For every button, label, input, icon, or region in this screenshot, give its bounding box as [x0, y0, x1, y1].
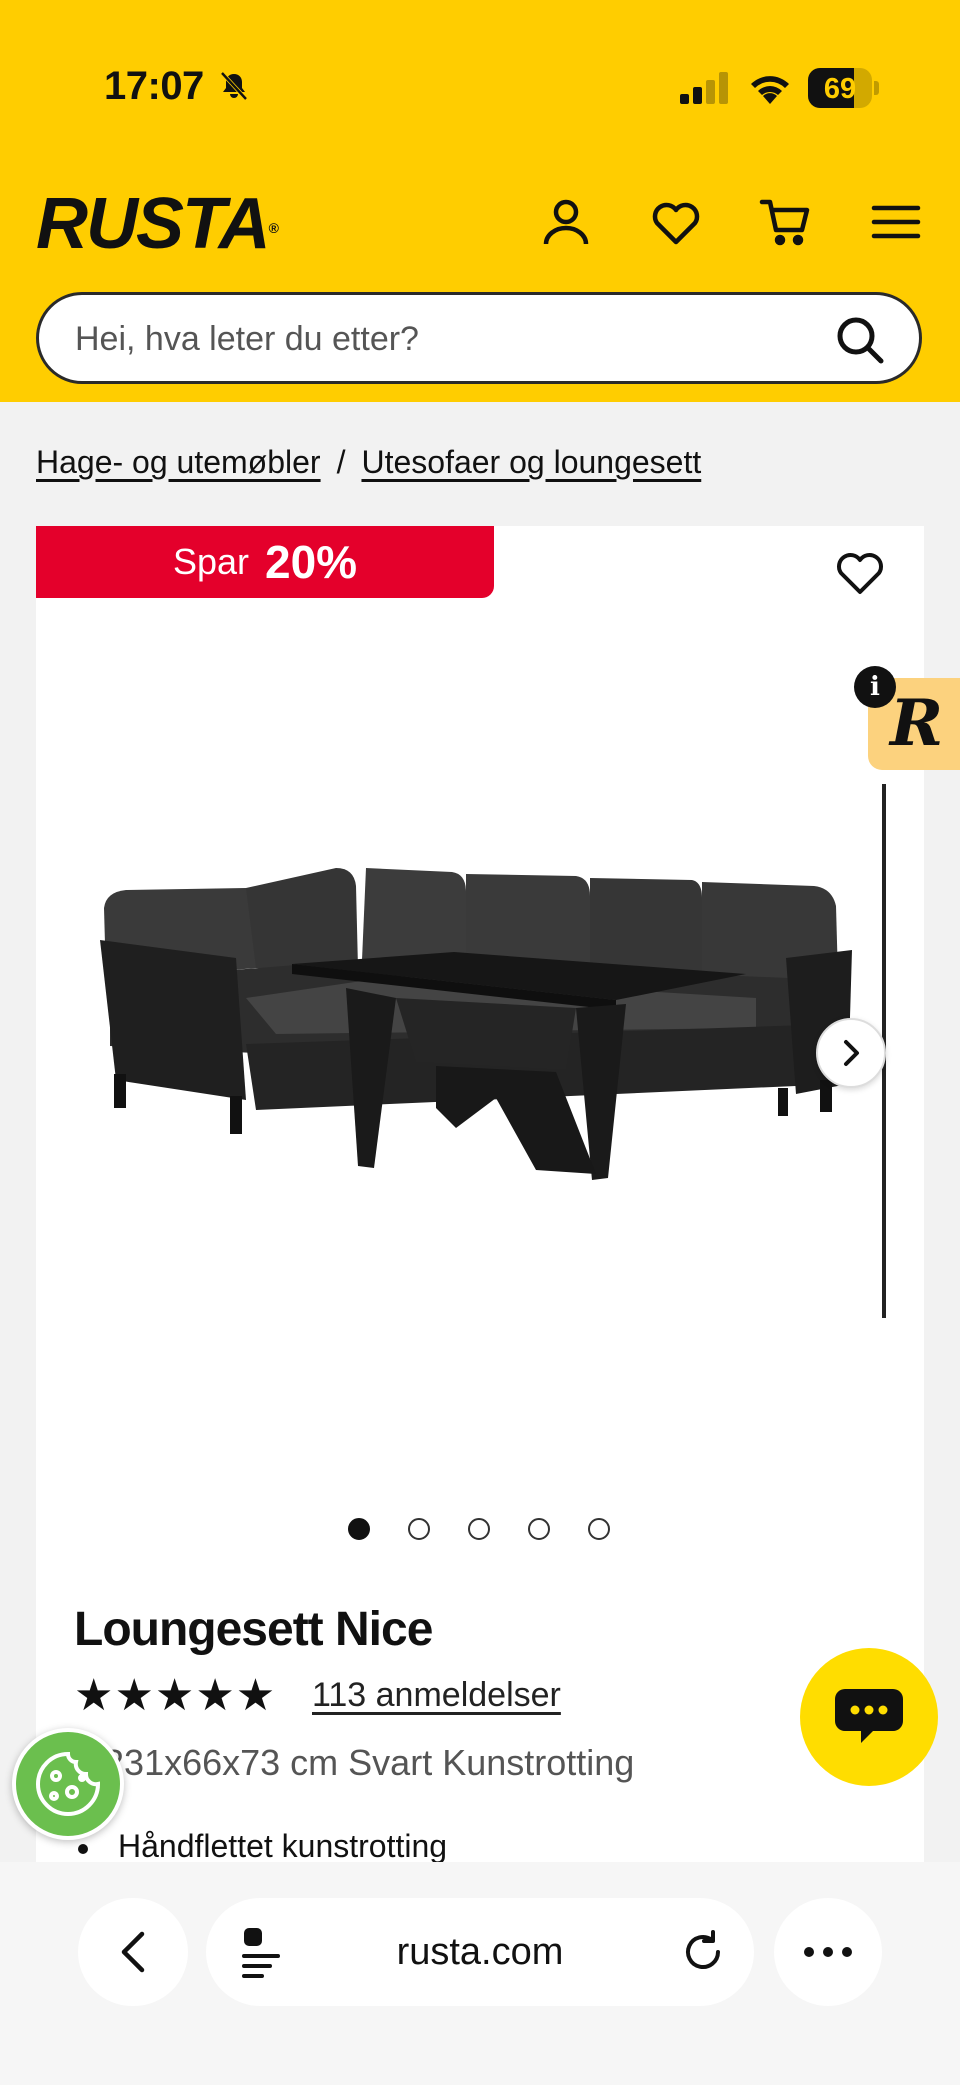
cart-button[interactable]: [756, 192, 816, 252]
breadcrumb-link-garden-furniture[interactable]: Hage- og utemøbler: [36, 444, 321, 480]
cookie-settings-button[interactable]: [12, 1728, 124, 1840]
menu-button[interactable]: [866, 192, 926, 252]
cart-icon: [759, 199, 810, 246]
battery-indicator: 69: [808, 68, 880, 108]
search-bar: [36, 292, 922, 384]
chevron-right-icon: [844, 1040, 859, 1066]
cookie-icon: [36, 1751, 101, 1816]
chevron-left-icon: [121, 1931, 145, 1973]
product-dimensions: 5/231x66x73 cm Svart Kunstrotting: [74, 1742, 635, 1783]
feature-text: Håndflettet kunstrotting: [118, 1828, 448, 1864]
search-input[interactable]: [75, 315, 815, 363]
hamburger-icon: [871, 205, 921, 239]
pagination-dot-2[interactable]: [408, 1518, 430, 1540]
reload-icon[interactable]: [680, 1928, 726, 1974]
discount-badge: Spar 20%: [36, 526, 494, 598]
wishlist-button[interactable]: [646, 192, 706, 252]
wifi-icon: [751, 76, 789, 104]
more-dots-icon: [804, 1947, 852, 1957]
silent-bell-icon: [220, 71, 248, 101]
chat-bubble-icon: [835, 1689, 903, 1743]
status-time: 17:07: [104, 64, 204, 108]
signal-icon: [680, 72, 728, 104]
info-icon[interactable]: i: [854, 666, 896, 708]
breadcrumb-link-outdoor-sofas[interactable]: Utesofaer og loungesett: [361, 444, 701, 480]
breadcrumb: Hage- og utemøbler / Utesofaer og loungese…: [36, 444, 701, 481]
product-image[interactable]: [96, 848, 856, 1268]
next-image-button[interactable]: [816, 1018, 886, 1088]
battery-level: 69: [823, 73, 857, 105]
search-icon[interactable]: [835, 315, 885, 365]
breadcrumb-separator: /: [336, 444, 346, 480]
pagination-dot-5[interactable]: [588, 1518, 610, 1540]
account-button[interactable]: [536, 192, 596, 252]
url-text: rusta.com: [396, 1930, 564, 1973]
rusta-logo[interactable]: RUSTA®: [36, 188, 279, 260]
discount-value: 20%: [264, 536, 358, 588]
chat-button[interactable]: [800, 1648, 938, 1786]
pagination-dot-1[interactable]: [348, 1518, 370, 1540]
rating-stars: ★★★★★: [74, 1671, 277, 1720]
discount-label: Spar: [172, 541, 249, 582]
pagination-dot-4[interactable]: [528, 1518, 550, 1540]
image-pagination: [348, 1518, 610, 1540]
browser-back-button[interactable]: [78, 1898, 188, 2006]
product-title: Loungesett Nice: [74, 1603, 433, 1656]
r-logo-icon: R: [890, 686, 944, 761]
page-menu-icon[interactable]: [240, 1926, 284, 1978]
favorite-heart-icon[interactable]: [832, 544, 888, 598]
reviews-link[interactable]: 113 anmeldelser: [312, 1676, 561, 1715]
browser-more-button[interactable]: [774, 1898, 882, 2006]
address-bar[interactable]: rusta.com: [206, 1898, 754, 2006]
pagination-dot-3[interactable]: [468, 1518, 490, 1540]
heart-icon: [652, 202, 700, 245]
user-icon: [543, 199, 589, 245]
feature-bullet: Håndflettet kunstrotting: [78, 1828, 447, 1865]
